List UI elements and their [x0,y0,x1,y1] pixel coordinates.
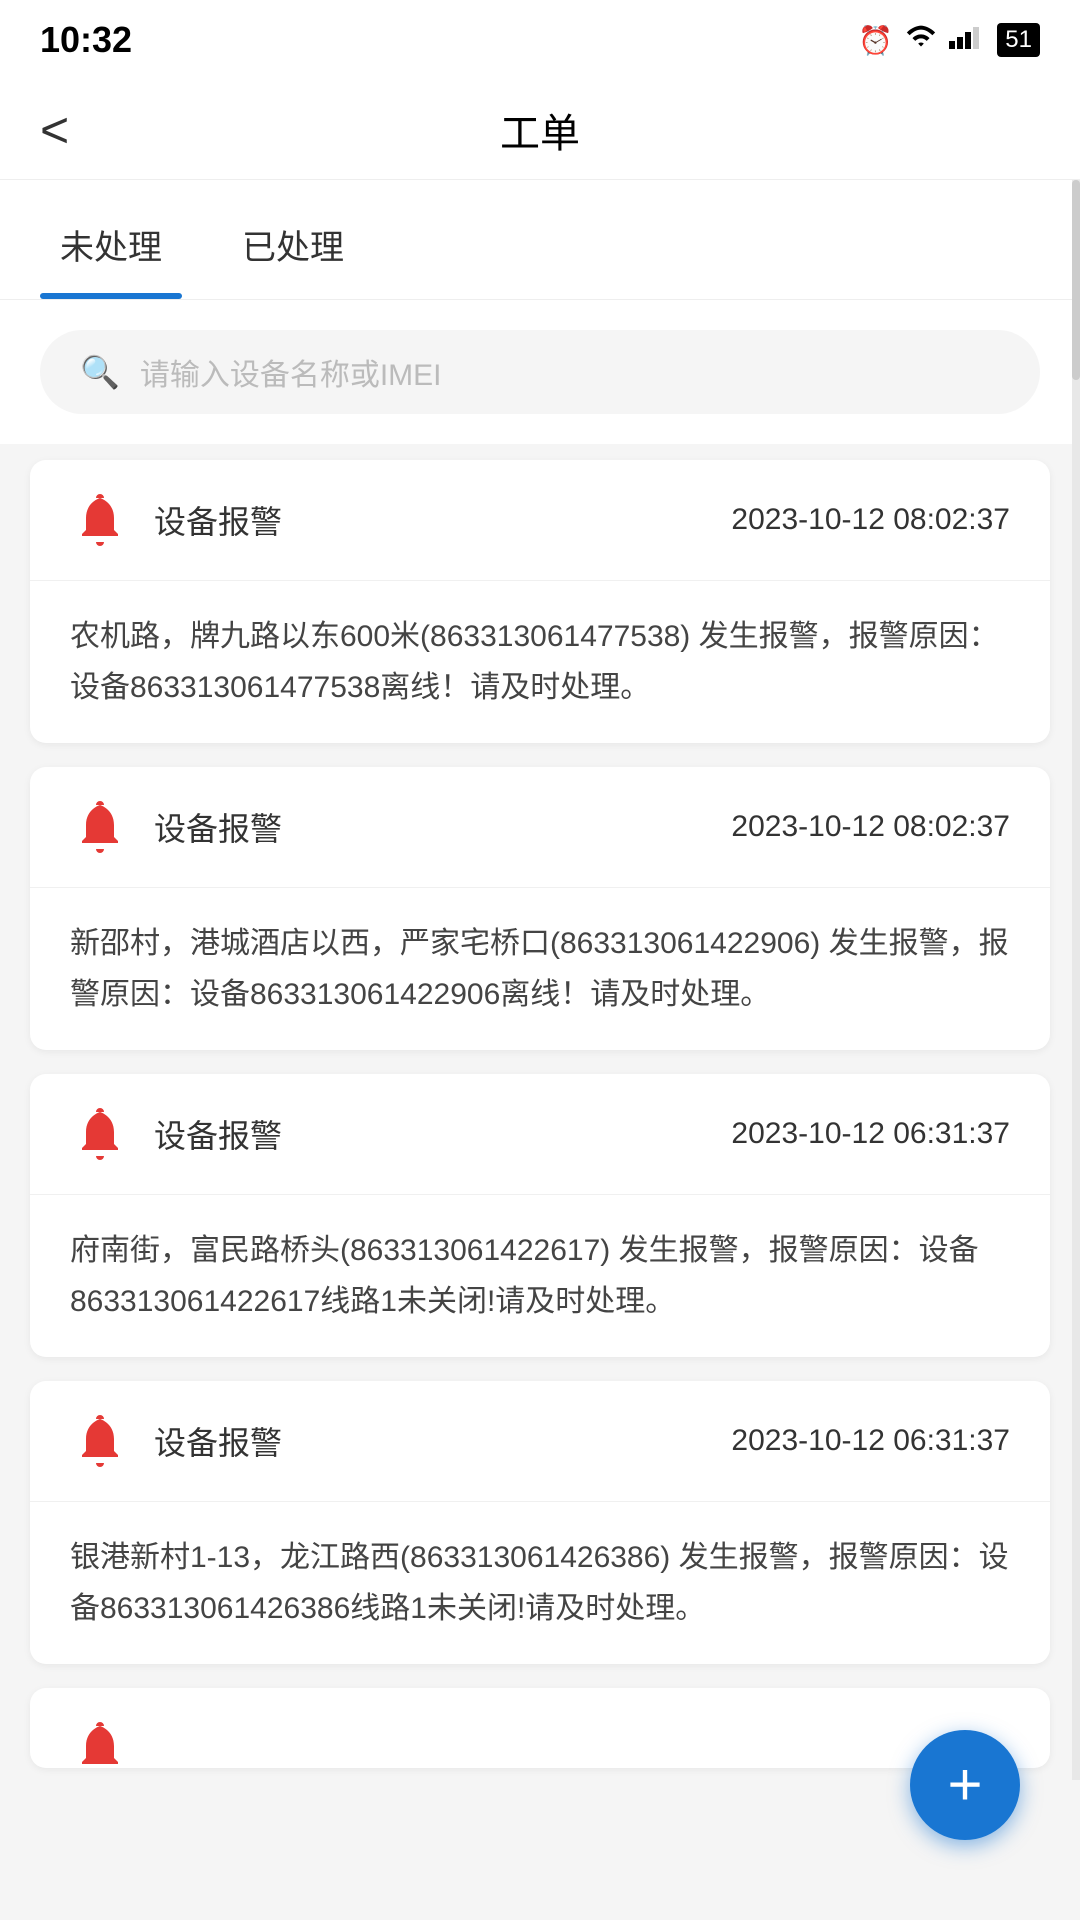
bell-icon-5 [70,1718,130,1768]
fab-add-button[interactable]: + [910,1730,1020,1840]
tabs-container: 未处理 已处理 [0,180,1080,300]
alert-desc-2: 新邵村，港城酒店以西，严家宅桥口(863313061422906) 发生报警，报… [70,918,1010,1020]
alert-card-2-body: 新邵村，港城酒店以西，严家宅桥口(863313061422906) 发生报警，报… [30,888,1050,1050]
bell-icon-4 [70,1411,130,1471]
battery-icon: 51 [997,23,1040,57]
page-title: 工单 [500,101,580,159]
alert-type-1: 设备报警 [154,497,707,543]
alert-time-1: 2023-10-12 08:02:37 [731,503,1010,537]
alert-card-5-header [30,1688,1050,1768]
alert-time-4: 2023-10-12 06:31:37 [731,1424,1010,1458]
content: 设备报警 2023-10-12 08:02:37 农机路，牌九路以东600米(8… [0,460,1080,1892]
alert-desc-3: 府南街，富民路桥头(863313061422617) 发生报警，报警原因：设备8… [70,1225,1010,1327]
alert-time-2: 2023-10-12 08:02:37 [731,810,1010,844]
search-icon: 🔍 [80,353,120,391]
alert-type-3: 设备报警 [154,1111,707,1157]
alert-card-2[interactable]: 设备报警 2023-10-12 08:02:37 新邵村，港城酒店以西，严家宅桥… [30,767,1050,1050]
alert-type-4: 设备报警 [154,1418,707,1464]
alert-card-1-header: 设备报警 2023-10-12 08:02:37 [30,460,1050,581]
navbar: < 工单 [0,80,1080,180]
alert-card-3-header: 设备报警 2023-10-12 06:31:37 [30,1074,1050,1195]
alert-desc-4: 银港新村1-13，龙江路西(863313061426386) 发生报警，报警原因… [70,1532,1010,1634]
scrollbar-track[interactable] [1072,180,1080,1780]
search-container: 🔍 请输入设备名称或IMEI [0,300,1080,444]
alert-card-4-body: 银港新村1-13，龙江路西(863313061426386) 发生报警，报警原因… [30,1502,1050,1664]
alert-card-4-header: 设备报警 2023-10-12 06:31:37 [30,1381,1050,1502]
wifi-icon [905,21,937,60]
status-time: 10:32 [40,19,132,61]
bell-icon-2 [70,797,130,857]
fab-plus-icon: + [947,1755,982,1815]
back-button[interactable]: < [40,105,69,155]
alert-card-5-partial[interactable] [30,1688,1050,1768]
alert-card-4[interactable]: 设备报警 2023-10-12 06:31:37 银港新村1-13，龙江路西(8… [30,1381,1050,1664]
bell-icon-1 [70,490,130,550]
bell-icon-3 [70,1104,130,1164]
search-box[interactable]: 🔍 请输入设备名称或IMEI [40,330,1040,414]
alert-card-1-body: 农机路，牌九路以东600米(863313061477538) 发生报警，报警原因… [30,581,1050,743]
signal-icon [949,21,985,60]
alert-card-2-header: 设备报警 2023-10-12 08:02:37 [30,767,1050,888]
alarm-icon: ⏰ [858,24,893,57]
tab-processed[interactable]: 已处理 [222,180,364,299]
alert-desc-1: 农机路，牌九路以东600米(863313061477538) 发生报警，报警原因… [70,611,1010,713]
status-bar: 10:32 ⏰ 51 [0,0,1080,80]
status-icons: ⏰ 51 [858,21,1040,60]
alert-type-2: 设备报警 [154,804,707,850]
alert-card-3-body: 府南街，富民路桥头(863313061422617) 发生报警，报警原因：设备8… [30,1195,1050,1357]
alert-card-1[interactable]: 设备报警 2023-10-12 08:02:37 农机路，牌九路以东600米(8… [30,460,1050,743]
search-placeholder: 请输入设备名称或IMEI [140,350,442,394]
alert-time-3: 2023-10-12 06:31:37 [731,1117,1010,1151]
tab-unprocessed[interactable]: 未处理 [40,180,182,299]
alert-card-3[interactable]: 设备报警 2023-10-12 06:31:37 府南街，富民路桥头(86331… [30,1074,1050,1357]
scrollbar-thumb[interactable] [1072,180,1080,380]
